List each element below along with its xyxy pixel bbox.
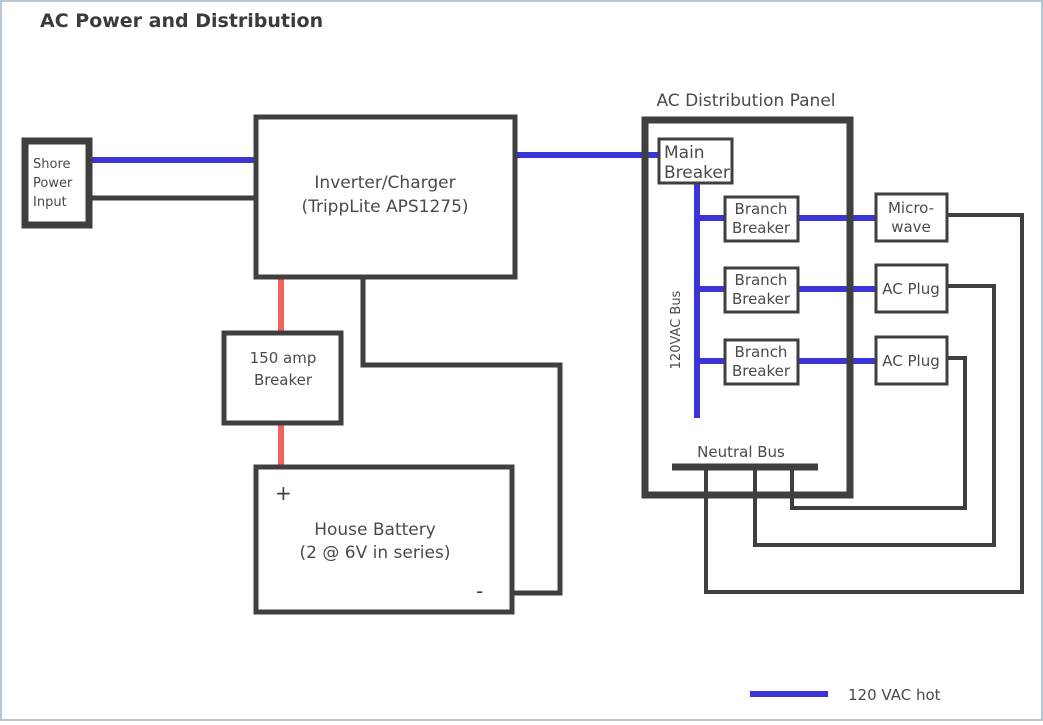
- battery-positive-terminal-label: +: [275, 481, 292, 505]
- microwave-label-line1: Micro-: [888, 199, 934, 217]
- legend-label-120vac-hot: 120 VAC hot: [848, 686, 941, 704]
- branch-breaker-3-label-line2: Breaker: [732, 362, 791, 380]
- shore-power-label-line3: Input: [33, 195, 67, 210]
- node-ac-plug-2[interactable]: AC Plug: [874, 335, 949, 386]
- battery-negative-terminal-label: -: [476, 579, 483, 603]
- microwave-label-line2: wave: [891, 218, 931, 236]
- main-breaker-label-line2: Breaker: [664, 163, 730, 183]
- ac-plug-1-label: AC Plug: [882, 280, 939, 298]
- node-branch-breaker-1[interactable]: Branch Breaker: [723, 195, 800, 243]
- shore-power-label-line1: Shore: [33, 157, 71, 172]
- ac-distribution-panel-title: AC Distribution Panel: [656, 91, 835, 111]
- branch-breaker-1-label-line2: Breaker: [732, 219, 791, 237]
- branch-breaker-1-label-line1: Branch: [735, 200, 788, 218]
- node-shore-power-input[interactable]: Shore Power Input: [21, 137, 93, 229]
- branch-breaker-3-label-line1: Branch: [735, 343, 788, 361]
- battery-label-line2: (2 @ 6V in series): [300, 543, 451, 563]
- node-branch-breaker-2[interactable]: Branch Breaker: [723, 266, 800, 314]
- battery-label-line1: House Battery: [314, 520, 436, 540]
- bus-label-120vac: 120VAC Bus: [669, 290, 684, 369]
- dc-breaker-label-line2: Breaker: [254, 371, 313, 389]
- shore-power-label-line2: Power: [33, 176, 73, 191]
- node-inverter-charger[interactable]: Inverter/Charger (TrippLite APS1275): [253, 114, 518, 280]
- branch-breaker-2-label-line1: Branch: [735, 271, 788, 289]
- node-dc-breaker[interactable]: 150 amp Breaker: [221, 330, 344, 426]
- wiring-diagram-canvas: AC Power and Distribution Shore Power In…: [0, 0, 1043, 721]
- branch-breaker-2-label-line2: Breaker: [732, 290, 791, 308]
- inverter-label-line2: (TrippLite APS1275): [301, 197, 468, 217]
- node-branch-breaker-3[interactable]: Branch Breaker: [723, 338, 800, 386]
- node-microwave[interactable]: Micro- wave: [874, 192, 949, 243]
- page-title: AC Power and Distribution: [40, 10, 323, 32]
- node-main-breaker[interactable]: Main Breaker: [657, 137, 734, 185]
- node-house-battery[interactable]: + - House Battery (2 @ 6V in series): [253, 464, 515, 615]
- dc-breaker-label-line1: 150 amp: [250, 349, 317, 367]
- ac-plug-2-label: AC Plug: [882, 352, 939, 370]
- legend: 120 VAC hot: [750, 686, 941, 704]
- neutral-bus-label: Neutral Bus: [697, 443, 785, 461]
- inverter-label-line1: Inverter/Charger: [314, 173, 455, 193]
- node-ac-plug-1[interactable]: AC Plug: [874, 263, 949, 314]
- main-breaker-label-line1: Main: [664, 143, 705, 163]
